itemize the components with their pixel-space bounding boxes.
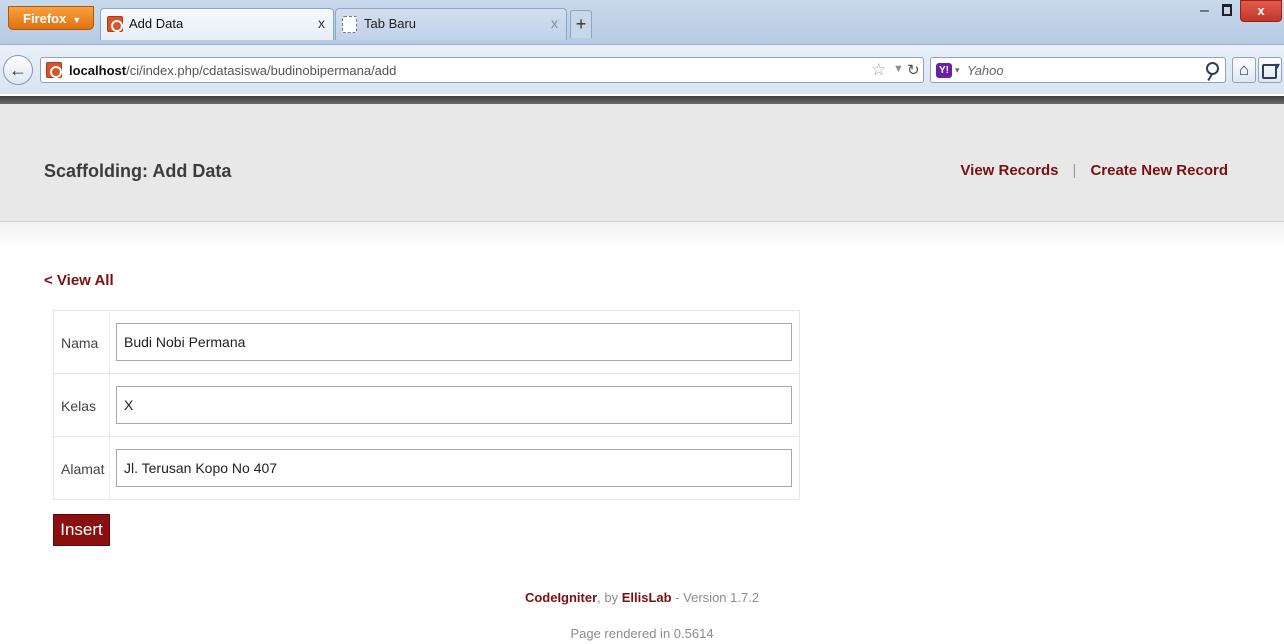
url-host: localhost: [69, 63, 127, 78]
tab-tab-baru[interactable]: Tab Baru x: [335, 8, 567, 40]
field-label: Kelas: [61, 398, 97, 414]
search-icon[interactable]: [1206, 62, 1219, 75]
search-bar[interactable]: Y! ▾ Yahoo: [930, 57, 1226, 83]
tab-close-icon[interactable]: x: [551, 15, 558, 31]
tab-title: Tab Baru: [364, 16, 417, 31]
search-engine-placeholder: Yahoo: [967, 63, 1004, 78]
tab-title: Add Data: [129, 16, 184, 31]
new-tab-button[interactable]: +: [570, 10, 592, 38]
bookmark-star-icon[interactable]: ☆: [871, 60, 886, 80]
insert-button[interactable]: Insert: [53, 514, 110, 546]
add-data-form: Nama Kelas Alamat: [53, 310, 800, 500]
codeigniter-link[interactable]: CodeIgniter: [525, 590, 597, 605]
url-path: /ci/index.php/cdatasiswa/budinobipermana…: [126, 63, 397, 78]
toolbar-divider: [0, 96, 1284, 104]
footer-credits: CodeIgniter, by EllisLab - Version 1.7.2: [0, 590, 1284, 605]
search-engine-dropdown-icon[interactable]: ▾: [955, 65, 960, 76]
url-bar[interactable]: localhost/ci/index.php/cdatasiswa/budino…: [40, 57, 924, 83]
view-records-link[interactable]: View Records: [960, 162, 1058, 179]
url-text: localhost/ci/index.php/cdatasiswa/budino…: [69, 63, 396, 78]
nama-input[interactable]: [116, 323, 792, 361]
firefox-menu-label: Firefox: [23, 11, 67, 26]
minimize-window-button[interactable]: –: [1200, 2, 1209, 20]
back-arrow-icon[interactable]: ←: [3, 55, 33, 85]
tab-bar: Firefox ▼ Add Data x Tab Baru x + – x: [0, 0, 1284, 44]
reload-icon[interactable]: ↻: [907, 61, 920, 79]
header-nav: View Records | Create New Record: [960, 162, 1228, 179]
page-render-time: Page rendered in 0.5614: [570, 626, 714, 641]
view-all-link[interactable]: < View All: [44, 272, 114, 289]
site-identity-icon[interactable]: [46, 62, 62, 78]
blank-page-icon: [342, 16, 357, 33]
form-row-alamat: Alamat: [54, 437, 799, 500]
page-title: Scaffolding: Add Data: [44, 161, 232, 181]
home-icon[interactable]: ⌂: [1232, 57, 1256, 83]
firefox-menu-button[interactable]: Firefox ▼: [8, 6, 94, 30]
close-window-button[interactable]: x: [1240, 0, 1282, 22]
cell-divider: [109, 311, 110, 374]
nav-separator: |: [1072, 162, 1077, 179]
ellislab-link[interactable]: EllisLab: [622, 590, 672, 605]
header-shadow: [0, 222, 1284, 248]
alamat-input[interactable]: [116, 449, 792, 487]
chevron-down-icon: ▼: [72, 15, 82, 25]
tab-close-icon[interactable]: x: [318, 15, 325, 31]
form-row-nama: Nama: [54, 311, 799, 374]
form-row-kelas: Kelas: [54, 374, 799, 437]
url-history-dropdown-icon[interactable]: ▼: [893, 63, 904, 75]
footer-version: - Version 1.7.2: [671, 590, 760, 605]
addon-bar-icon[interactable]: [1258, 57, 1282, 83]
field-label: Alamat: [61, 461, 105, 477]
navigation-toolbar: ← localhost/ci/index.php/cdatasiswa/budi…: [0, 44, 1284, 94]
cell-divider: [109, 374, 110, 437]
create-new-record-link[interactable]: Create New Record: [1090, 162, 1228, 179]
tab-add-data[interactable]: Add Data x: [100, 8, 334, 40]
footer-by: , by: [597, 590, 622, 605]
field-label: Nama: [61, 335, 99, 351]
cell-divider: [109, 437, 110, 500]
kelas-input[interactable]: [116, 386, 792, 424]
codeigniter-favicon-icon: [107, 16, 123, 32]
page-header: Scaffolding: Add Data View Records | Creat…: [0, 104, 1284, 222]
browser-chrome: Firefox ▼ Add Data x Tab Baru x + – x ← l…: [0, 0, 1284, 104]
restore-window-button[interactable]: [1222, 4, 1232, 16]
yahoo-logo-icon[interactable]: Y!: [936, 63, 952, 78]
